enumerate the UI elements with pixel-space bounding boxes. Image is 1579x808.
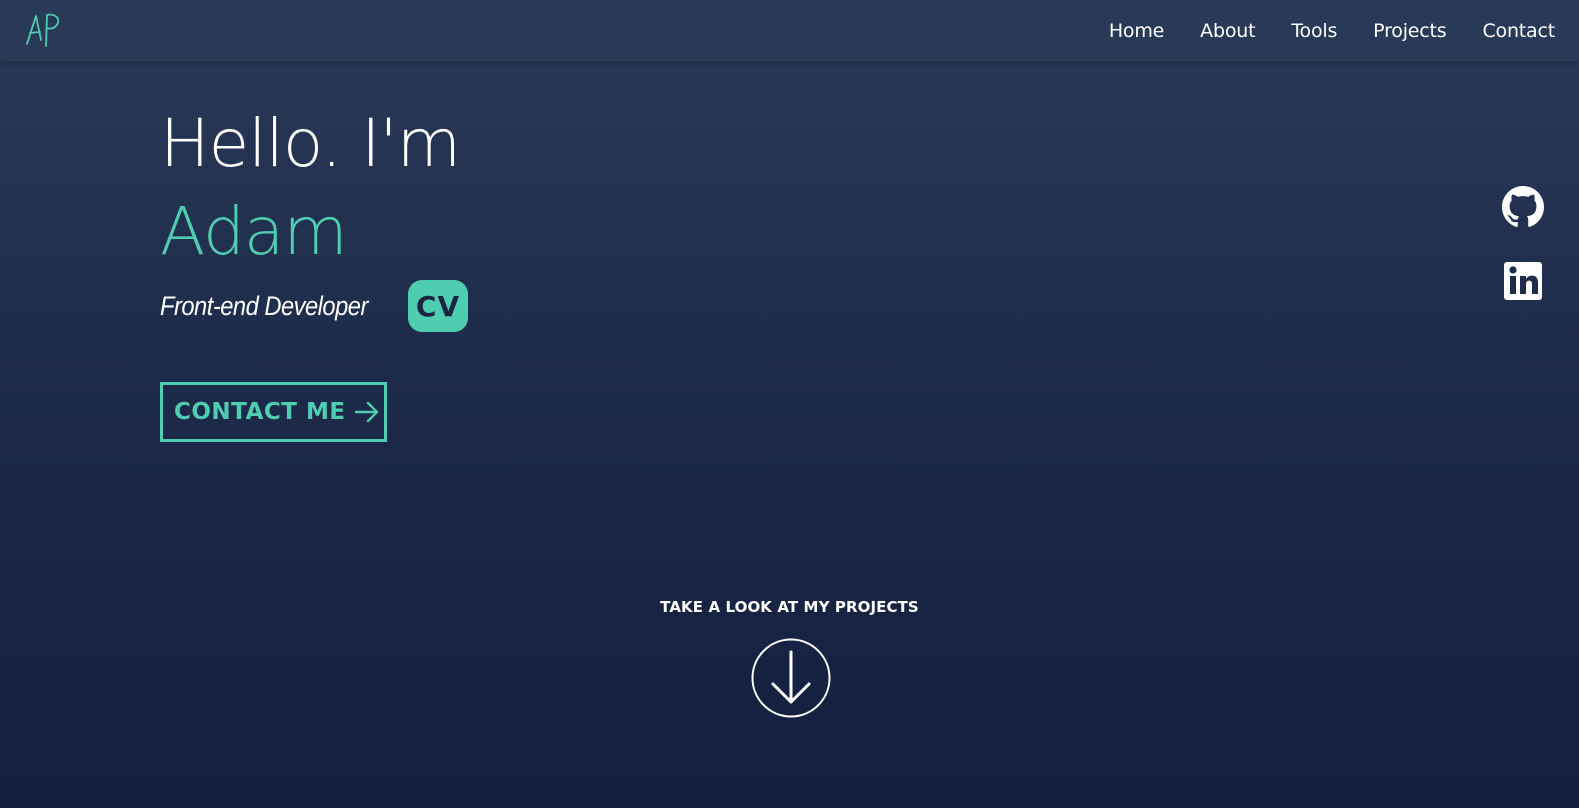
linkedin-link[interactable]	[1502, 260, 1544, 302]
hero-greeting: Hello. I'm	[160, 105, 461, 182]
nav-projects-link[interactable]: Projects	[1373, 20, 1447, 42]
scroll-cta: TAKE A LOOK AT MY PROJECTS	[0, 598, 1579, 718]
contact-me-button[interactable]: CONTACT ME	[160, 382, 387, 442]
cv-button[interactable]: CV	[408, 280, 468, 332]
hero-role: Front-end Developer	[160, 290, 368, 321]
github-icon	[1502, 186, 1544, 227]
scroll-cta-label: TAKE A LOOK AT MY PROJECTS	[660, 598, 919, 616]
arrow-right-icon	[354, 401, 378, 423]
social-links	[1502, 186, 1544, 302]
nav-contact-link[interactable]: Contact	[1482, 20, 1555, 42]
main-nav: Home About Tools Projects Contact	[1109, 0, 1555, 61]
nav-tools-link[interactable]: Tools	[1291, 20, 1337, 42]
logo-link[interactable]	[24, 10, 64, 50]
github-link[interactable]	[1502, 186, 1544, 228]
role-row: Front-end Developer CV	[160, 280, 468, 332]
nav-home-link[interactable]: Home	[1109, 20, 1165, 42]
scroll-down-button[interactable]	[751, 638, 831, 718]
hero-name: Adam	[160, 193, 348, 270]
linkedin-icon	[1504, 262, 1542, 300]
navbar: Home About Tools Projects Contact	[0, 0, 1579, 61]
arrow-down-circle-icon	[751, 638, 831, 718]
ap-logo-icon	[26, 13, 60, 47]
contact-me-label: CONTACT ME	[174, 399, 346, 425]
hero-section: Hello. I'm Adam Front-end Developer CV	[160, 100, 468, 332]
nav-about-link[interactable]: About	[1200, 20, 1255, 42]
